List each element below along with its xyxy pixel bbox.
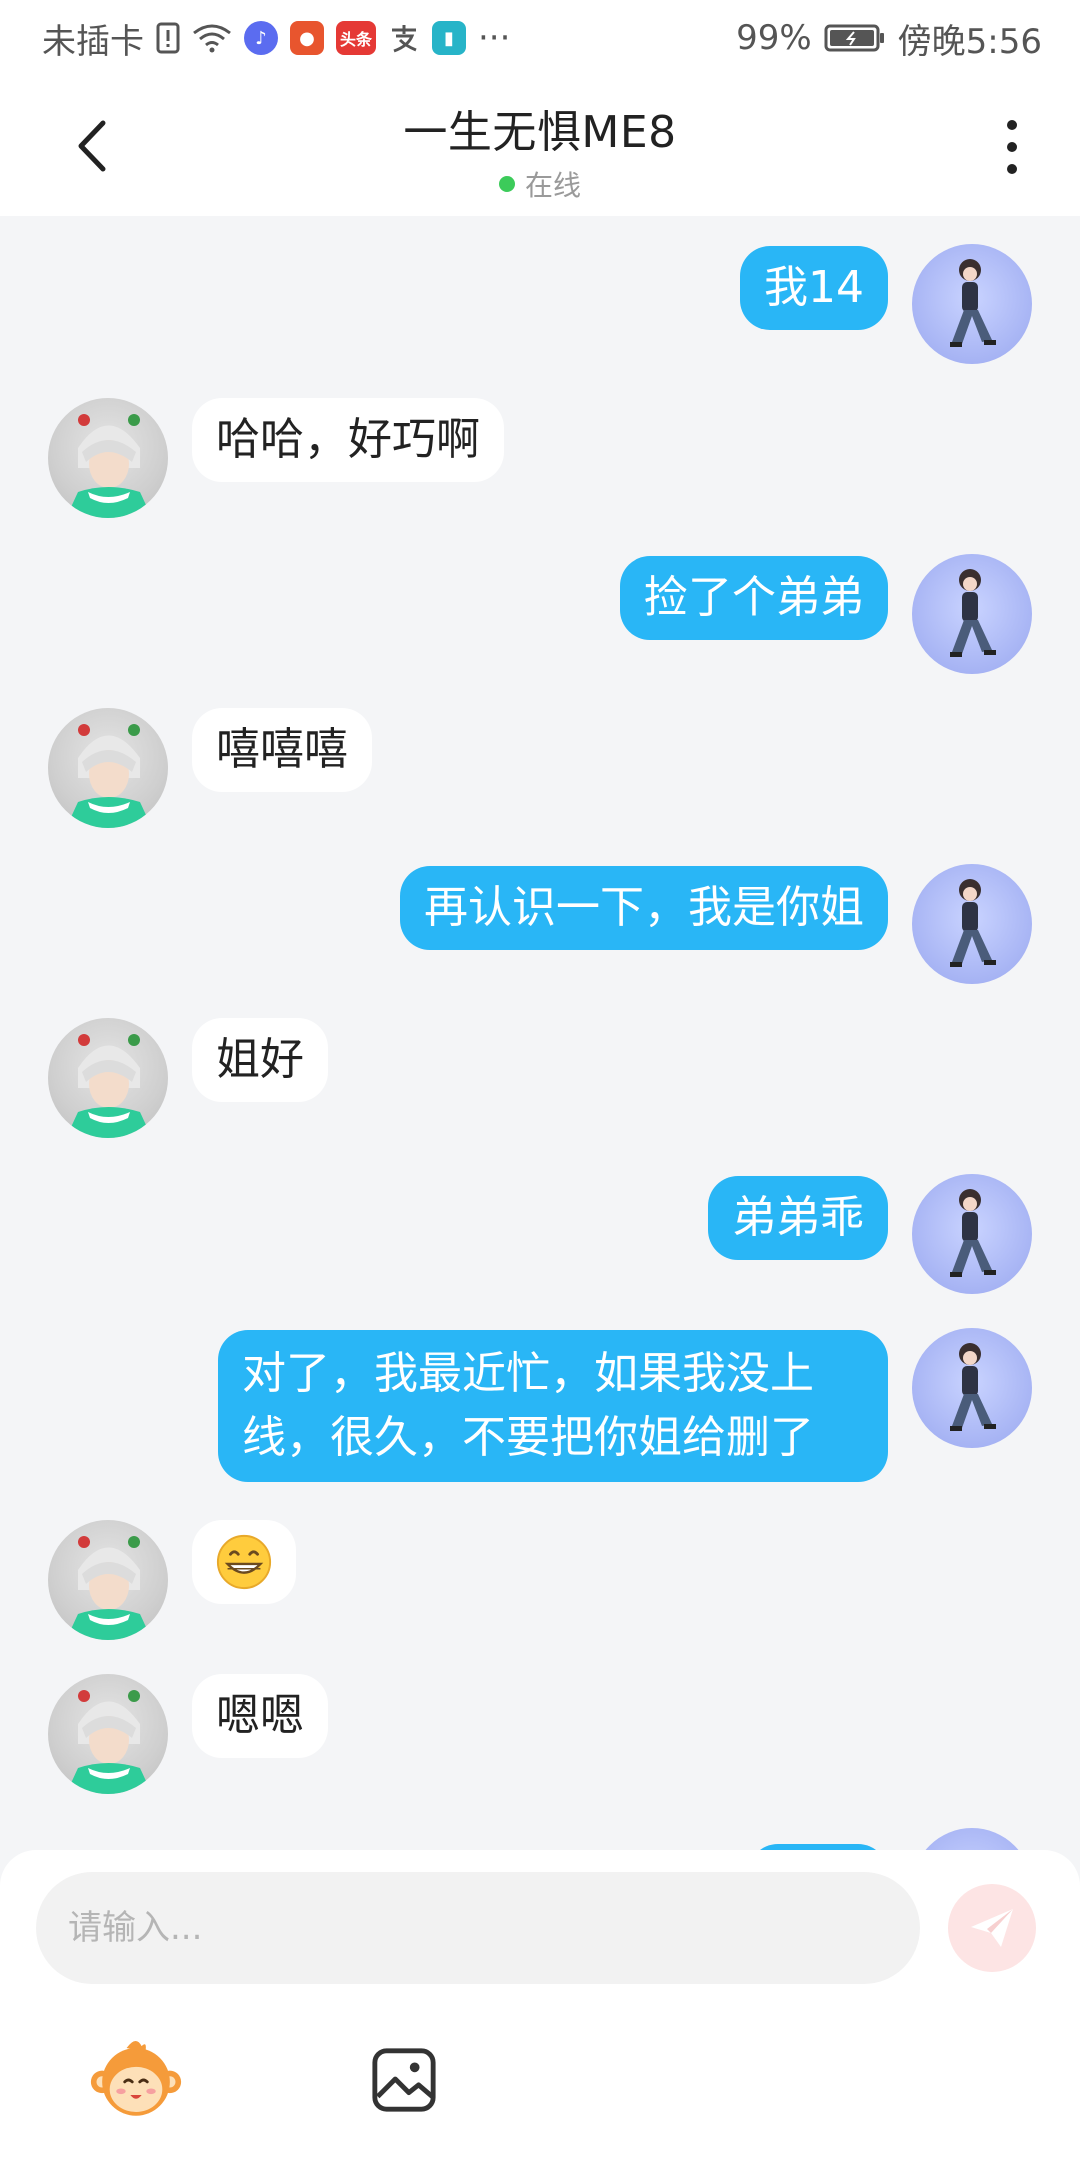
clock-time: 傍晚5:56 bbox=[897, 21, 1042, 62]
message-bubble-outgoing[interactable]: 我14 bbox=[740, 246, 888, 330]
contact-avatar[interactable] bbox=[48, 1520, 168, 1640]
image-picker-button[interactable] bbox=[354, 2030, 454, 2130]
presence-status: 在线 bbox=[0, 164, 1080, 204]
more-dot-icon bbox=[1007, 164, 1017, 174]
my-avatar[interactable] bbox=[912, 244, 1032, 364]
send-button[interactable] bbox=[948, 1884, 1036, 1972]
more-notifications-text: ··· bbox=[478, 18, 511, 58]
message-bubble-incoming[interactable]: 姐好 bbox=[192, 1018, 328, 1102]
message-bubble-outgoing[interactable]: 捡了个弟弟 bbox=[620, 556, 888, 640]
chat-title: 一生无惧ME8 bbox=[403, 107, 677, 158]
status-bar: 未插卡 ♪ ● 头条 ▮ ··· 99% 傍晚5:56 bbox=[0, 0, 1080, 76]
my-avatar[interactable] bbox=[912, 554, 1032, 674]
carrier-text: 未插卡 bbox=[42, 21, 144, 62]
more-dot-icon bbox=[1007, 142, 1017, 152]
contact-avatar[interactable] bbox=[48, 1674, 168, 1794]
contact-avatar[interactable] bbox=[48, 1018, 168, 1138]
anime-boy-avatar-icon bbox=[66, 724, 152, 828]
contact-avatar[interactable] bbox=[48, 398, 168, 518]
message-list[interactable]: 我14 哈哈，好巧啊 捡了个弟弟 嘻嘻嘻 再认识一下，我是你姐 姐好 弟弟乖 对… bbox=[0, 216, 1080, 1850]
composer bbox=[0, 1850, 1080, 2160]
battery-percent: 99% bbox=[736, 18, 812, 58]
anime-boy-avatar-icon bbox=[66, 414, 152, 518]
message-bubble-outgoing[interactable]: 再认识一下，我是你姐 bbox=[400, 866, 888, 950]
contact-avatar[interactable] bbox=[48, 708, 168, 828]
girl-figure-avatar-icon bbox=[950, 1343, 996, 1431]
message-bubble-incoming[interactable]: 哈哈，好巧啊 bbox=[192, 398, 504, 482]
anime-boy-avatar-icon bbox=[66, 1034, 152, 1138]
image-icon bbox=[372, 2048, 436, 2112]
message-bubble-incoming[interactable]: 嗯嗯 bbox=[192, 1674, 328, 1758]
monkey-face-sticker-icon bbox=[90, 2040, 182, 2116]
my-avatar[interactable] bbox=[912, 864, 1032, 984]
sim-alert-icon bbox=[156, 21, 180, 55]
message-bubble-outgoing[interactable]: 弟弟乖 bbox=[708, 1176, 888, 1260]
presence-label: 在线 bbox=[524, 169, 581, 202]
girl-figure-avatar-icon bbox=[950, 569, 996, 657]
sticker-button[interactable] bbox=[86, 2030, 186, 2130]
toutiao-app-icon: 头条 bbox=[336, 21, 376, 55]
girl-figure-avatar-icon bbox=[950, 1189, 996, 1277]
paper-plane-icon bbox=[971, 1909, 1013, 1947]
status-right: 99% 傍晚5:56 bbox=[736, 14, 1042, 63]
battery-icon bbox=[824, 21, 886, 55]
anime-boy-avatar-icon bbox=[66, 1536, 152, 1640]
message-bubble-outgoing[interactable]: 对了，我最近忙，如果我没上线，很久，不要把你姐给删了 bbox=[218, 1330, 888, 1482]
message-input[interactable] bbox=[36, 1872, 920, 1984]
more-options-button[interactable] bbox=[992, 112, 1032, 182]
my-avatar[interactable] bbox=[912, 1828, 1032, 1850]
anime-boy-avatar-icon bbox=[66, 1690, 152, 1794]
message-bubble-incoming[interactable]: 嘻嘻嘻 bbox=[192, 708, 372, 792]
title-block: 一生无惧ME8 在线 bbox=[0, 96, 1080, 204]
music-app-icon: ♪ bbox=[244, 21, 278, 55]
grinning-face-emoji-icon bbox=[216, 1534, 272, 1590]
reader-app-icon: ▮ bbox=[432, 21, 466, 55]
my-avatar[interactable] bbox=[912, 1174, 1032, 1294]
message-bubble-incoming-emoji[interactable]: 😁 bbox=[192, 1520, 296, 1604]
girl-figure-avatar-icon bbox=[950, 879, 996, 967]
alipay-icon bbox=[388, 21, 420, 55]
wifi-icon bbox=[192, 21, 232, 55]
radio-app-icon: ● bbox=[290, 21, 324, 55]
more-dot-icon bbox=[1007, 120, 1017, 130]
chat-header: 一生无惧ME8 在线 bbox=[0, 76, 1080, 216]
online-dot-icon bbox=[498, 176, 515, 192]
status-left: 未插卡 ♪ ● 头条 ▮ ··· bbox=[42, 14, 510, 63]
my-avatar[interactable] bbox=[912, 1328, 1032, 1448]
girl-figure-avatar-icon bbox=[950, 259, 996, 347]
